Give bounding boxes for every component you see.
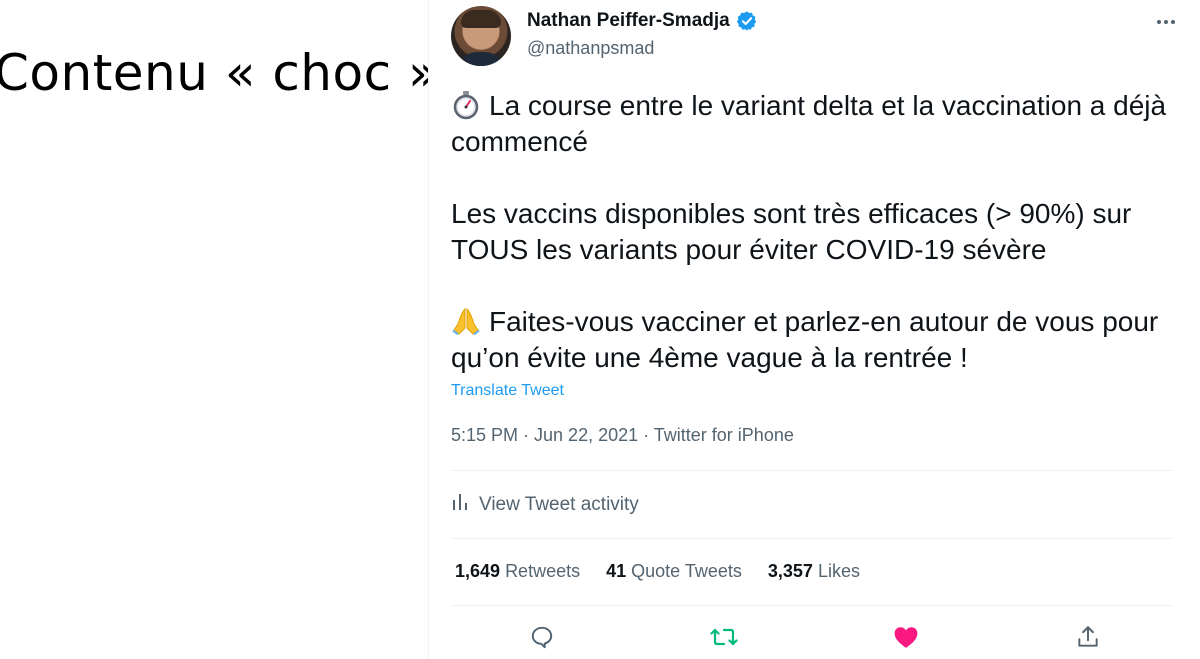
avatar[interactable] — [451, 6, 511, 66]
tweet-paragraph: Les vaccins disponibles sont très effica… — [451, 196, 1191, 268]
quote-tweets-stat[interactable]: 41 Quote Tweets — [606, 561, 742, 582]
stopwatch-icon — [451, 90, 481, 120]
paragraph-text: Les vaccins disponibles sont très effica… — [451, 198, 1132, 265]
retweets-count: 1,649 — [455, 561, 501, 581]
tweet-card: Nathan Peiffer-Smadja @nathanpsmad La co… — [428, 0, 1200, 659]
verified-icon — [736, 10, 758, 32]
folded-hands-icon — [451, 306, 481, 336]
reply-icon[interactable] — [525, 620, 559, 654]
likes-label: Likes — [817, 561, 860, 581]
tweet-paragraph: La course entre le variant delta et la v… — [451, 88, 1191, 160]
tweet-text: La course entre le variant delta et la v… — [451, 88, 1191, 376]
author-handle[interactable]: @nathanpsmad — [527, 38, 654, 59]
quote-tweets-count: 41 — [606, 561, 627, 581]
author-name-row[interactable]: Nathan Peiffer-Smadja — [527, 10, 758, 32]
author-display-name[interactable]: Nathan Peiffer-Smadja — [527, 10, 730, 32]
retweet-icon[interactable] — [707, 620, 741, 654]
activity-label: View Tweet activity — [479, 494, 639, 515]
retweets-stat[interactable]: 1,649 Retweets — [455, 561, 580, 582]
like-icon[interactable] — [889, 620, 923, 654]
slide-title: Contenu « choc » — [0, 44, 440, 102]
quote-tweets-label: Quote Tweets — [631, 561, 742, 581]
activity-icon — [451, 492, 469, 518]
tweet-paragraph: Faites-vous vacciner et parlez-en autour… — [451, 304, 1191, 376]
tweet-meta[interactable]: 5:15 PM · Jun 22, 2021 · Twitter for iPh… — [451, 425, 794, 446]
paragraph-text: La course entre le variant delta et la v… — [451, 90, 1167, 157]
paragraph-text: Faites-vous vacciner et parlez-en autour… — [451, 306, 1159, 373]
tweet-actions — [525, 620, 1105, 654]
more-icon[interactable] — [1151, 10, 1181, 34]
divider — [451, 538, 1173, 539]
divider — [451, 605, 1173, 606]
likes-count: 3,357 — [767, 561, 813, 581]
view-tweet-activity-button[interactable]: View Tweet activity — [451, 492, 639, 518]
likes-stat[interactable]: 3,357 Likes — [768, 561, 860, 582]
share-icon[interactable] — [1071, 620, 1105, 654]
translate-tweet-link[interactable]: Translate Tweet — [451, 382, 564, 400]
tweet-stats: 1,649 Retweets 41 Quote Tweets 3,357 Lik… — [455, 561, 860, 582]
divider — [451, 470, 1173, 471]
retweets-label: Retweets — [505, 561, 581, 581]
